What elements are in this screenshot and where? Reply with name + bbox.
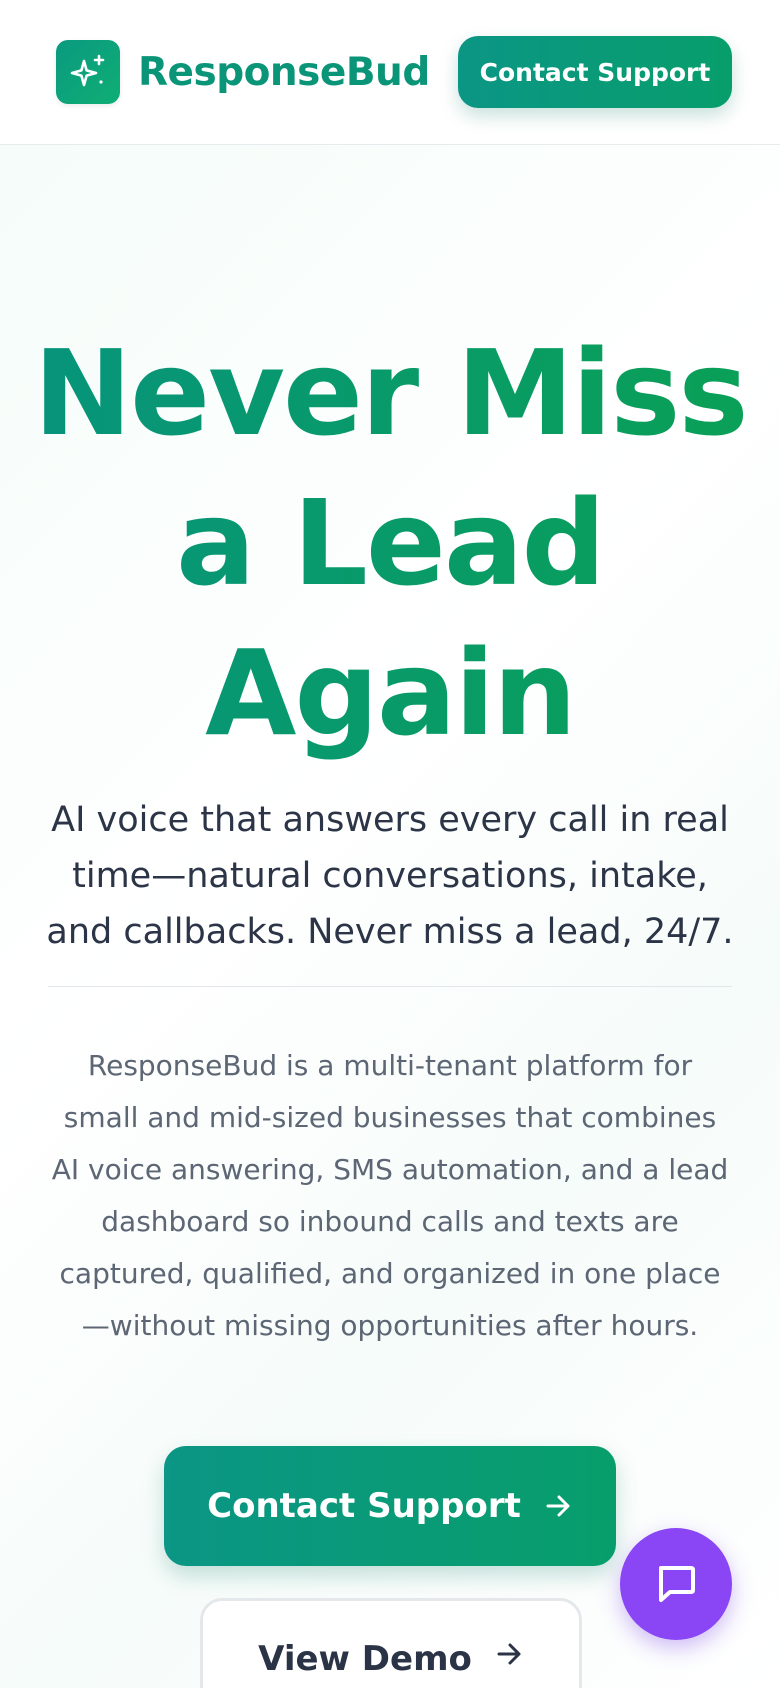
arrow-right-icon (494, 1639, 524, 1669)
view-demo-label: View Demo (258, 1639, 472, 1679)
hero-title: Never Miss a Lead Again (20, 318, 760, 768)
hero-subtitle-line: AI voice that answers every call in real (51, 800, 729, 840)
chat-bubble-icon (652, 1559, 700, 1610)
view-demo-button[interactable]: View Demo (200, 1598, 582, 1688)
hero-subtitle: AI voice that answers every call in real… (40, 792, 740, 960)
section-divider (48, 986, 732, 987)
chat-launcher-button[interactable] (620, 1528, 732, 1640)
hero-description-line: ResponseBud is a multi-tenant platform f… (87, 1049, 693, 1082)
landing-page: ResponseBud Contact Support Never Miss a… (0, 0, 780, 1688)
brand[interactable]: ResponseBud (56, 40, 430, 104)
hero-description-line: small and mid-sized businesses that comb… (63, 1101, 717, 1134)
hero-description: ResponseBud is a multi-tenant platform f… (40, 1040, 740, 1352)
hero-description-line: —without missing opportunities after hou… (81, 1309, 699, 1342)
hero-description-line: AI voice answering, SMS automation, and … (51, 1153, 729, 1186)
hero-description-line: captured, qualified, and organized in on… (59, 1257, 721, 1290)
contact-support-button[interactable]: Contact Support (164, 1446, 616, 1566)
hero-subtitle-line: and callbacks. Never miss a lead, 24/7. (46, 912, 734, 952)
contact-support-label: Contact Support (207, 1486, 521, 1526)
hero-title-line: Never Miss (33, 324, 747, 462)
hero-title-line: a Lead (175, 474, 605, 612)
hero-subtitle-line: time—natural conversations, intake, (72, 856, 708, 896)
brand-name: ResponseBud (138, 49, 430, 95)
hero-description-line: dashboard so inbound calls and texts are (101, 1205, 679, 1238)
header-contact-support-button[interactable]: Contact Support (458, 36, 732, 108)
arrow-right-icon (543, 1491, 573, 1521)
site-header: ResponseBud Contact Support (0, 0, 780, 145)
hero-title-line: Again (205, 624, 575, 762)
sparkles-icon (56, 40, 120, 104)
